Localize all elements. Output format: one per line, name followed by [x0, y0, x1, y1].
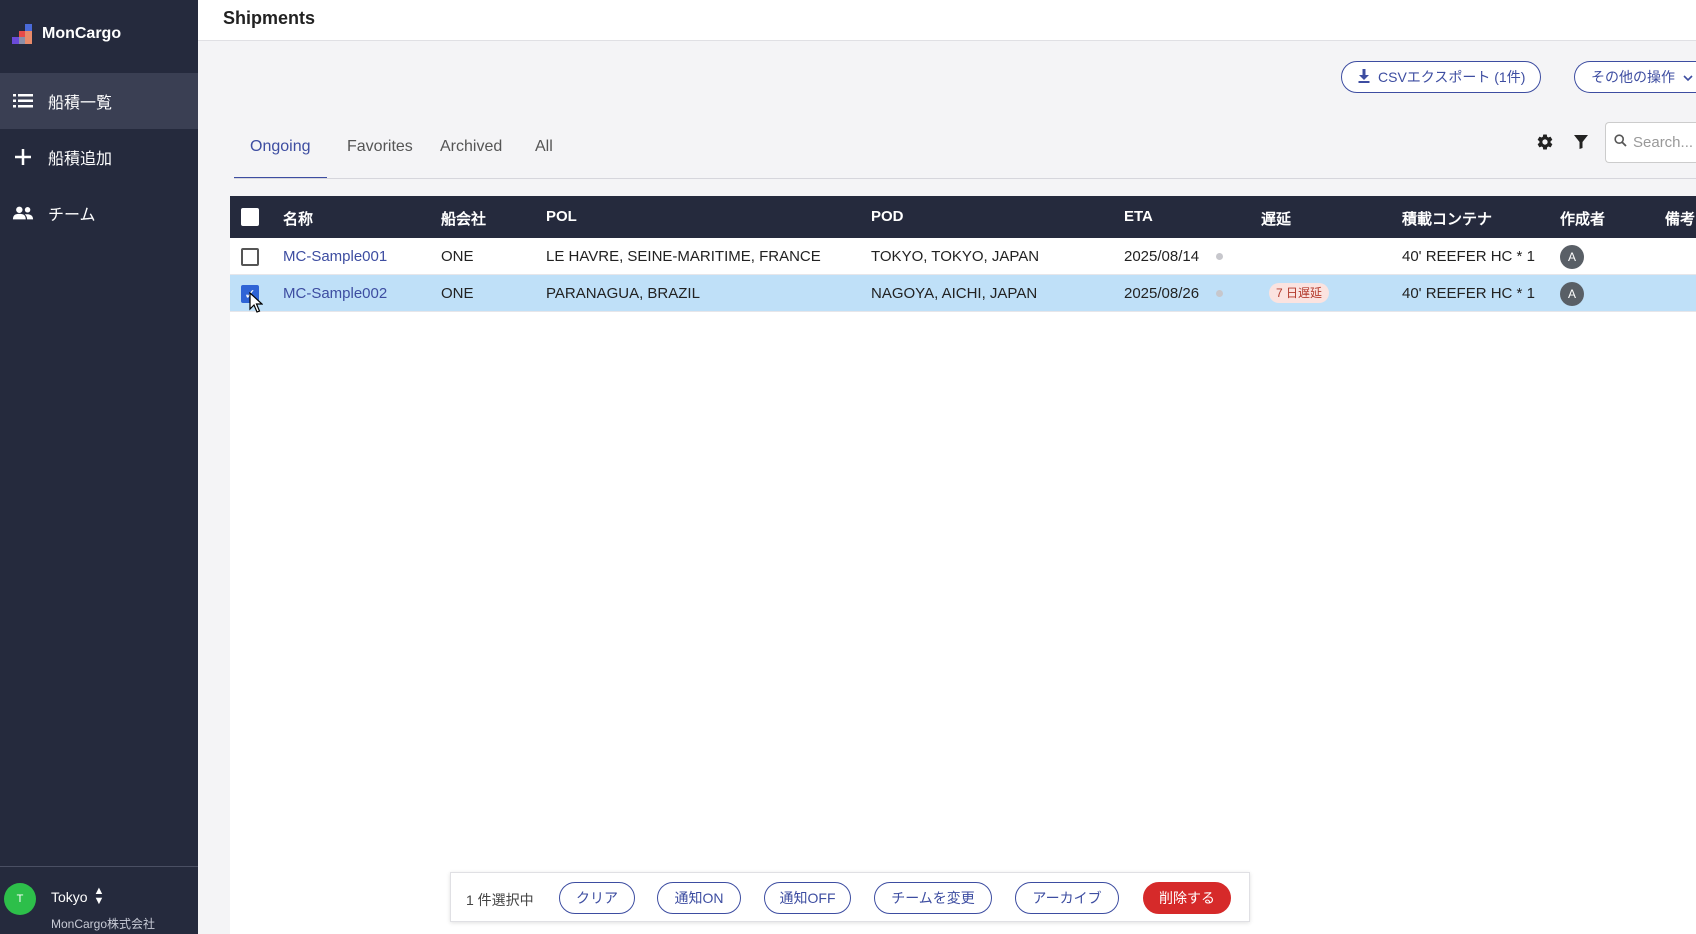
container-cell: 40' REEFER HC * 1: [1402, 285, 1535, 302]
column-header-notes[interactable]: 備考: [1665, 208, 1695, 229]
tab-all[interactable]: All: [519, 137, 569, 179]
workspace-company: MonCargo株式会社: [51, 917, 156, 931]
pod-cell: NAGOYA, AICHI, JAPAN: [871, 285, 1038, 302]
column-header-eta[interactable]: ETA: [1124, 208, 1153, 225]
column-header-container[interactable]: 積載コンテナ: [1402, 208, 1492, 229]
gear-icon[interactable]: [1533, 130, 1557, 154]
workspace-name: Tokyo: [51, 889, 88, 905]
pol-cell: LE HAVRE, SEINE-MARITIME, FRANCE: [546, 248, 821, 265]
column-header-pod[interactable]: POD: [871, 208, 904, 225]
sidebar-item-add-shipment[interactable]: 船積追加: [0, 129, 198, 185]
app-name: MonCargo: [42, 25, 122, 42]
archive-button[interactable]: アーカイブ: [1015, 882, 1119, 914]
change-team-button[interactable]: チームを変更: [874, 882, 992, 914]
delay-badge: 7 日遅延: [1269, 283, 1330, 303]
csv-export-label: CSVエクスポート (1件): [1378, 69, 1526, 85]
chevron-down-icon: [1683, 69, 1693, 85]
sidebar-item-label: 船積一覧: [48, 95, 113, 112]
filter-icon[interactable]: [1569, 130, 1593, 154]
unfold-icon[interactable]: ▲ ▼: [92, 886, 106, 908]
sidebar-item-label: チーム: [48, 207, 96, 224]
plus-icon: [12, 146, 34, 168]
search-icon: [1614, 133, 1627, 152]
tab-archived[interactable]: Archived: [424, 137, 518, 179]
table-row[interactable]: ✓ MC-Sample002 ONE PARANAGUA, BRAZIL NAG…: [230, 275, 1696, 312]
list-icon: [12, 90, 34, 112]
column-header-name[interactable]: 名称: [283, 208, 313, 229]
column-header-pol[interactable]: POL: [546, 208, 577, 225]
eta-status-dot: [1216, 253, 1223, 260]
main-content: CSVエクスポート (1件) その他の操作 Ongoing Favorites …: [198, 41, 1696, 934]
brand[interactable]: MonCargo: [10, 20, 121, 48]
shipment-name-link[interactable]: MC-Sample001: [283, 248, 387, 265]
column-header-carrier[interactable]: 船会社: [441, 208, 486, 229]
column-header-delay[interactable]: 遅延: [1261, 208, 1291, 229]
search-input[interactable]: [1633, 134, 1696, 151]
bulk-action-bar: 1 件選択中 クリア 通知ON 通知OFF チームを変更 アーカイブ 削除する: [450, 872, 1250, 922]
tab-ongoing[interactable]: Ongoing: [234, 137, 327, 179]
row-checkbox[interactable]: [241, 248, 259, 266]
carrier-cell: ONE: [441, 248, 474, 265]
other-actions-label: その他の操作: [1591, 69, 1675, 85]
team-icon: [12, 202, 34, 224]
top-header: Shipments: [198, 0, 1696, 41]
tab-favorites[interactable]: Favorites: [331, 137, 429, 179]
csv-export-button[interactable]: CSVエクスポート (1件): [1341, 61, 1541, 93]
creator-avatar: A: [1560, 245, 1584, 269]
other-actions-button[interactable]: その他の操作: [1574, 61, 1696, 93]
select-all-checkbox[interactable]: [241, 208, 259, 226]
page-title: Shipments: [223, 8, 316, 28]
sidebar: MonCargo 船積一覧 船積追加 チーム T Tokyo ▲ ▼ MonCar…: [0, 0, 198, 934]
workspace-switcher[interactable]: T Tokyo ▲ ▼ MonCargo株式会社: [0, 866, 198, 934]
search-box[interactable]: [1605, 122, 1696, 163]
eta-cell: 2025/08/14: [1124, 248, 1200, 265]
container-cell: 40' REEFER HC * 1: [1402, 248, 1535, 265]
mouse-cursor-icon: [249, 291, 264, 319]
clear-selection-button[interactable]: クリア: [559, 882, 635, 914]
column-header-creator[interactable]: 作成者: [1560, 208, 1605, 229]
eta-status-dot: [1216, 290, 1223, 297]
selection-count: 1 件選択中: [466, 892, 534, 908]
download-icon: [1358, 68, 1370, 86]
creator-avatar: A: [1560, 282, 1584, 306]
table-row[interactable]: MC-Sample001 ONE LE HAVRE, SEINE-MARITIM…: [230, 238, 1696, 275]
table-header: 名称 船会社 POL POD ETA 遅延 積載コンテナ 作成者 備考: [230, 196, 1696, 238]
shipments-table: 名称 船会社 POL POD ETA 遅延 積載コンテナ 作成者 備考 MC-S…: [230, 196, 1696, 934]
notify-on-button[interactable]: 通知ON: [657, 882, 741, 914]
pol-cell: PARANAGUA, BRAZIL: [546, 285, 700, 302]
moncargo-logo-icon: [10, 22, 34, 46]
shipment-name-link[interactable]: MC-Sample002: [283, 285, 387, 302]
eta-cell: 2025/08/26: [1124, 285, 1200, 302]
sidebar-item-label: 船積追加: [48, 151, 113, 168]
notify-off-button[interactable]: 通知OFF: [764, 882, 851, 914]
workspace-avatar: T: [4, 883, 36, 915]
pod-cell: TOKYO, TOKYO, JAPAN: [871, 248, 1040, 265]
sidebar-item-team[interactable]: チーム: [0, 185, 198, 241]
tabs-divider: [234, 178, 1696, 179]
carrier-cell: ONE: [441, 285, 474, 302]
sidebar-item-shipment-list[interactable]: 船積一覧: [0, 73, 198, 129]
delete-button[interactable]: 削除する: [1143, 882, 1231, 914]
